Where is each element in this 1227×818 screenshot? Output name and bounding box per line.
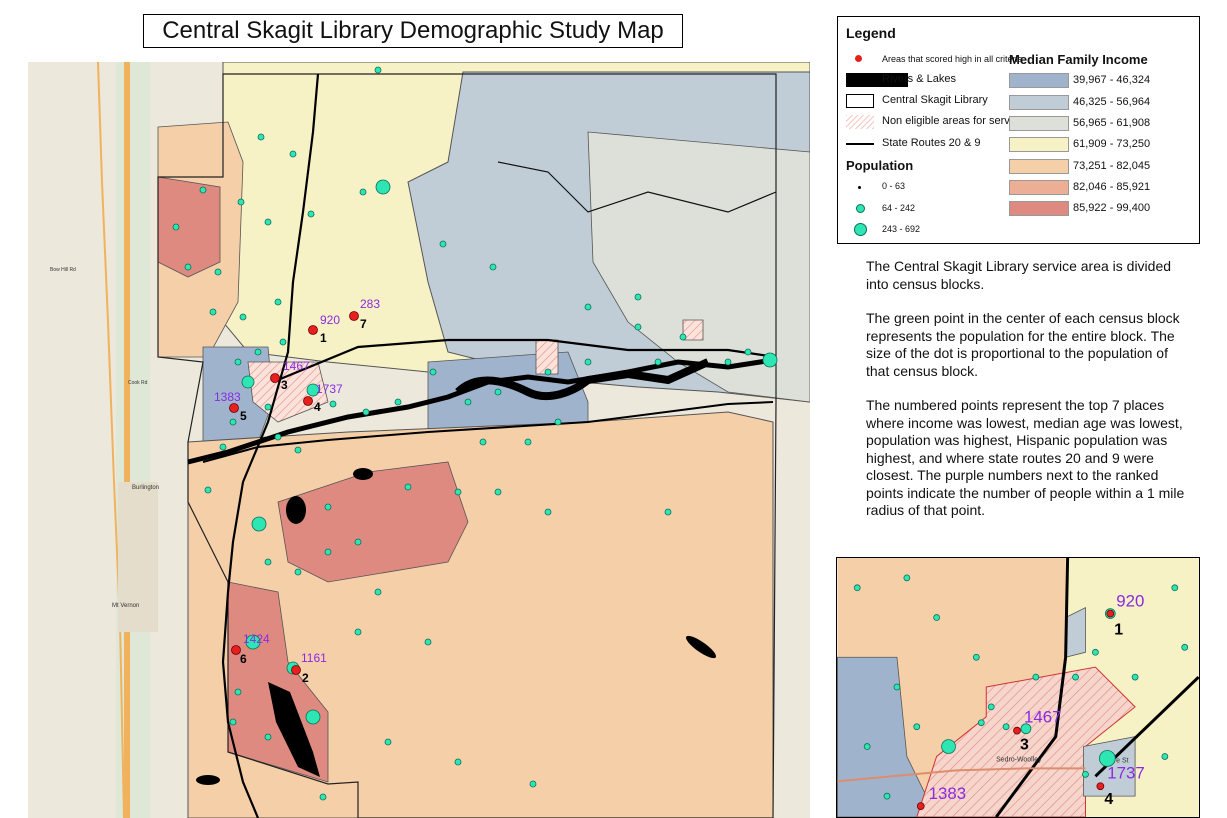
income-range: 61,909 - 73,250 xyxy=(1073,138,1151,150)
radius-population: 1737 xyxy=(316,382,343,396)
radius-population: 1467 xyxy=(283,359,310,373)
legend-panel: Legend Areas that scored high in all cri… xyxy=(837,16,1200,244)
radius-population: 283 xyxy=(360,297,380,311)
inset-map[interactable]: Sedro-Woolley Moore St 1 3 4 920 1467 17… xyxy=(836,557,1200,818)
rank-label: 6 xyxy=(240,652,247,666)
income-range: 46,325 - 56,964 xyxy=(1073,96,1151,108)
medium-dot-icon xyxy=(856,204,865,213)
radius-population: 1424 xyxy=(243,632,270,646)
income-swatch xyxy=(1009,73,1069,88)
radius-population: 1383 xyxy=(929,784,967,803)
income-range: 39,967 - 46,324 xyxy=(1073,74,1151,86)
legend-label: Rivers & Lakes xyxy=(882,73,956,85)
income-swatch xyxy=(1009,95,1069,110)
legend-label: Central Skagit Library xyxy=(882,94,988,106)
rank-label: 5 xyxy=(240,409,247,423)
legend-label: State Routes 20 & 9 xyxy=(882,137,981,149)
small-dot-icon xyxy=(858,186,861,189)
legend-heading: Legend xyxy=(846,25,896,41)
line-swatch xyxy=(846,143,874,145)
rank-label: 3 xyxy=(1020,737,1029,754)
lake xyxy=(353,468,373,480)
income-swatch xyxy=(1009,180,1069,195)
interstate-5 xyxy=(124,62,130,818)
description-paragraph: The numbered points represent the top 7 … xyxy=(866,397,1185,518)
inset-place-label: Sedro-Woolley xyxy=(996,756,1042,763)
income-range: 73,251 - 82,045 xyxy=(1073,160,1151,172)
rank-label: 3 xyxy=(281,378,288,392)
income-range: 56,965 - 61,908 xyxy=(1073,117,1151,129)
income-zone-85922 xyxy=(157,176,221,278)
large-dot-icon xyxy=(854,223,867,236)
outline-swatch xyxy=(846,94,874,108)
rank-label: 1 xyxy=(1114,621,1123,638)
income-heading: Median Family Income xyxy=(1009,52,1148,67)
rank-label: 2 xyxy=(302,671,309,685)
hatch-swatch xyxy=(846,115,874,129)
income-swatch xyxy=(1009,201,1069,216)
burlington-urban-area xyxy=(118,482,158,632)
legend-label: Non eligible areas for service xyxy=(882,115,1024,127)
income-range: 82,046 - 85,921 xyxy=(1073,181,1151,193)
population-heading: Population xyxy=(846,158,914,173)
rank-label: 4 xyxy=(1104,791,1113,808)
population-range: 64 - 242 xyxy=(882,203,916,213)
income-swatch xyxy=(1009,137,1069,152)
place-label: Cook Rd xyxy=(128,380,148,386)
legend-label: Areas that scored high in all criteria xyxy=(882,54,1023,64)
place-label: Burlington xyxy=(132,485,159,491)
place-label: Mt Vernon xyxy=(112,603,139,609)
income-swatch xyxy=(1009,159,1069,174)
description-paragraph: The green point in the center of each ce… xyxy=(866,310,1180,379)
population-range: 243 - 692 xyxy=(882,224,921,234)
income-range: 85,922 - 99,400 xyxy=(1073,202,1151,214)
lake xyxy=(286,496,306,524)
rank-label: 7 xyxy=(360,317,367,331)
radius-population: 1737 xyxy=(1107,763,1145,782)
radius-population: 1467 xyxy=(1024,708,1062,727)
map-description: The Central Skagit Library service area … xyxy=(866,258,1191,537)
place-label: Bow Hill Rd xyxy=(50,267,76,273)
population-range: 0 - 63 xyxy=(882,181,906,191)
map-title: Central Skagit Library Demographic Study… xyxy=(143,14,683,48)
radius-population: 920 xyxy=(1116,592,1144,611)
red-dot-icon xyxy=(855,55,862,62)
rank-label: 1 xyxy=(320,331,327,345)
lake xyxy=(196,775,220,785)
description-paragraph: The Central Skagit Library service area … xyxy=(866,258,1172,292)
main-map[interactable]: Burlington Mt Vernon Cook Rd Bow Hill Rd xyxy=(28,62,810,818)
radius-population: 1161 xyxy=(301,651,327,665)
income-swatch xyxy=(1009,116,1069,131)
rank-label: 4 xyxy=(314,400,321,414)
radius-population: 920 xyxy=(320,313,340,327)
radius-population: 1383 xyxy=(214,390,241,404)
